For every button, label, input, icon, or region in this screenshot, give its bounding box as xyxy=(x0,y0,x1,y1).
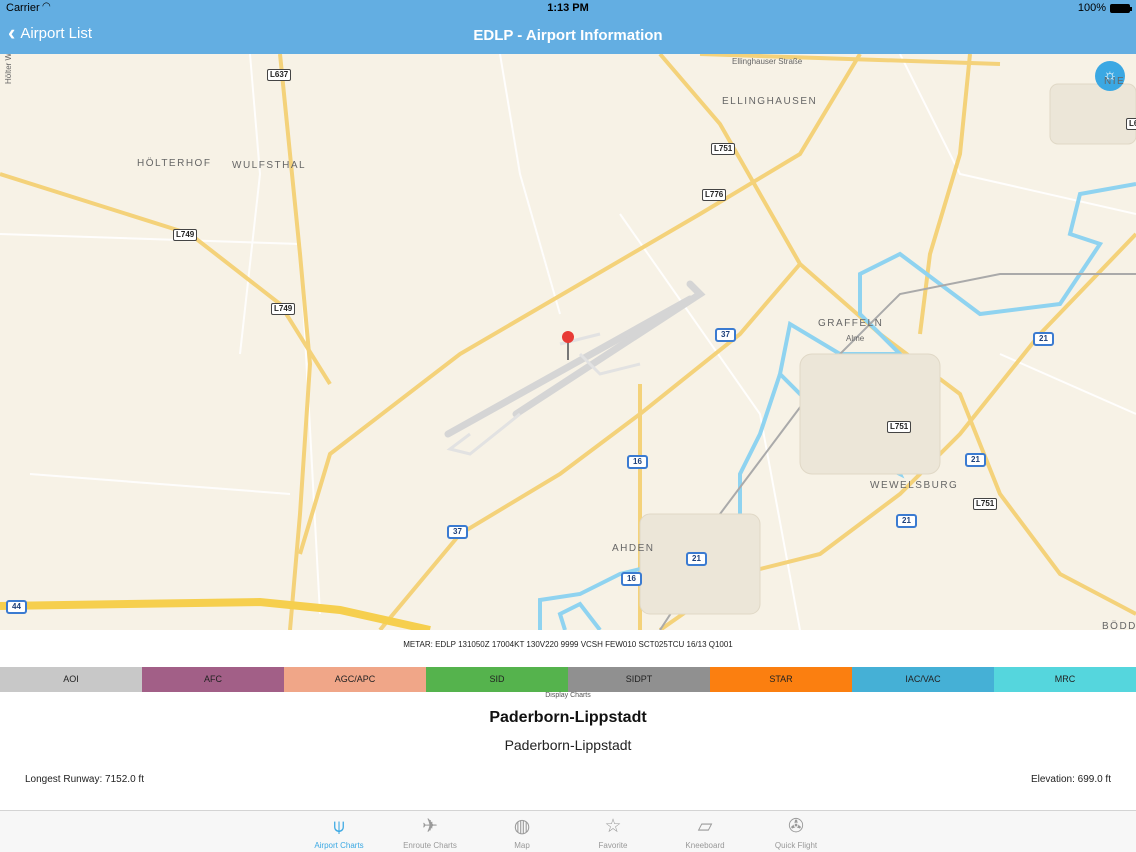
status-time: 1:13 PM xyxy=(547,2,589,14)
map-label-nie: NIE xyxy=(1104,76,1126,87)
tab-label: Enroute Charts xyxy=(403,841,457,850)
chart-category-bar: AOI AFC AGC/APC SID SIDPT STAR IAC/VAC M… xyxy=(0,667,1136,692)
tab-favorite[interactable]: ☆ Favorite xyxy=(568,815,658,850)
category-sidpt[interactable]: SIDPT xyxy=(568,667,710,692)
navigation-bar: ‹ Airport List EDLP - Airport Informatio… xyxy=(0,16,1136,54)
tab-quick-flight[interactable]: ✇ Quick Flight xyxy=(751,815,841,850)
tab-kneeboard[interactable]: ▱ Kneeboard xyxy=(660,815,750,850)
highway-shield: 16 xyxy=(627,455,648,469)
airport-pin[interactable] xyxy=(562,331,574,360)
map-label-alme: Alme xyxy=(846,334,865,343)
tab-airport-charts[interactable]: ⍦ Airport Charts xyxy=(294,815,384,850)
map-label-ahden: AHDEN xyxy=(612,543,655,554)
map-label-holterhof: HÖLTERHOF xyxy=(137,158,212,169)
highway-shield: 37 xyxy=(715,328,736,342)
metar-text: METAR: EDLP 131050Z 17004KT 130V220 9999… xyxy=(403,640,733,649)
globe-icon: ◍ xyxy=(513,816,531,837)
category-aoi[interactable]: AOI xyxy=(0,667,142,692)
highway-shield: 21 xyxy=(896,514,917,528)
display-charts-label: Display Charts xyxy=(545,692,591,699)
battery-icon xyxy=(1110,3,1132,13)
battery-percent: 100% xyxy=(1077,2,1106,14)
status-bar: Carrier ◠ 1:13 PM 100% xyxy=(0,0,1136,16)
tab-label: Quick Flight xyxy=(774,841,818,850)
road-shield: L751 xyxy=(711,143,736,155)
airport-map[interactable]: ☼ ELLINGHAUSEN HÖLTERHOF WULFSTHAL GRAFF… xyxy=(0,54,1136,630)
tab-label: Map xyxy=(514,841,530,850)
battery-indicator: 100% xyxy=(1077,2,1132,14)
tab-label: Favorite xyxy=(598,841,628,850)
highway-shield: 37 xyxy=(447,525,468,539)
highway-shield: 21 xyxy=(686,552,707,566)
road-shield: L749 xyxy=(271,303,296,315)
airport-city: Paderborn-Lippstadt xyxy=(504,737,632,753)
map-label-ellinghausen: ELLINGHAUSEN xyxy=(722,96,818,107)
tab-enroute-charts[interactable]: ✈ Enroute Charts xyxy=(385,815,475,850)
map-label-bodd: BÖDD xyxy=(1102,621,1136,630)
category-sid[interactable]: SID xyxy=(426,667,568,692)
road-shield: L776 xyxy=(702,189,727,201)
road-shield: L751 xyxy=(887,421,912,433)
map-label-wulfsthal: WULFSTHAL xyxy=(232,160,307,171)
quick-flight-icon: ✇ xyxy=(788,816,804,837)
highway-shield: 21 xyxy=(1033,332,1054,346)
road-shield: L637 xyxy=(267,69,292,81)
road-shield: L749 xyxy=(173,229,198,241)
star-icon: ☆ xyxy=(604,816,622,837)
category-star[interactable]: STAR xyxy=(710,667,852,692)
page-title: EDLP - Airport Information xyxy=(473,27,663,44)
road-shield: L6 xyxy=(1126,118,1136,130)
map-label-wewelsburg: WEWELSBURG xyxy=(870,480,959,491)
highway-shield: 44 xyxy=(6,600,27,614)
map-label-graffeln: GRAFFELN xyxy=(818,318,884,329)
airport-charts-icon: ⍦ xyxy=(333,816,345,837)
elevation: Elevation: 699.0 ft xyxy=(1030,774,1111,785)
tab-label: Kneeboard xyxy=(685,841,725,850)
map-canvas xyxy=(0,54,1136,630)
tab-map[interactable]: ◍ Map xyxy=(477,815,567,850)
enroute-charts-icon: ✈ xyxy=(422,816,438,837)
category-mrc[interactable]: MRC xyxy=(994,667,1136,692)
kneeboard-icon: ▱ xyxy=(697,816,713,837)
category-agc-apc[interactable]: AGC/APC xyxy=(284,667,426,692)
highway-shield: 21 xyxy=(965,453,986,467)
road-shield: L751 xyxy=(973,498,998,510)
map-label-holter-warte: Hölter Warte xyxy=(4,54,13,84)
map-label-ellinghauser-strasse: Ellinghauser Straße xyxy=(732,57,803,66)
tab-label: Airport Charts xyxy=(314,841,364,850)
airport-name: Paderborn-Lippstadt xyxy=(489,709,647,726)
category-afc[interactable]: AFC xyxy=(142,667,284,692)
longest-runway: Longest Runway: 7152.0 ft xyxy=(25,774,144,785)
tab-bar: ⍦ Airport Charts ✈ Enroute Charts ◍ Map … xyxy=(0,810,1136,852)
highway-shield: 16 xyxy=(621,572,642,586)
category-iac-vac[interactable]: IAC/VAC xyxy=(852,667,994,692)
